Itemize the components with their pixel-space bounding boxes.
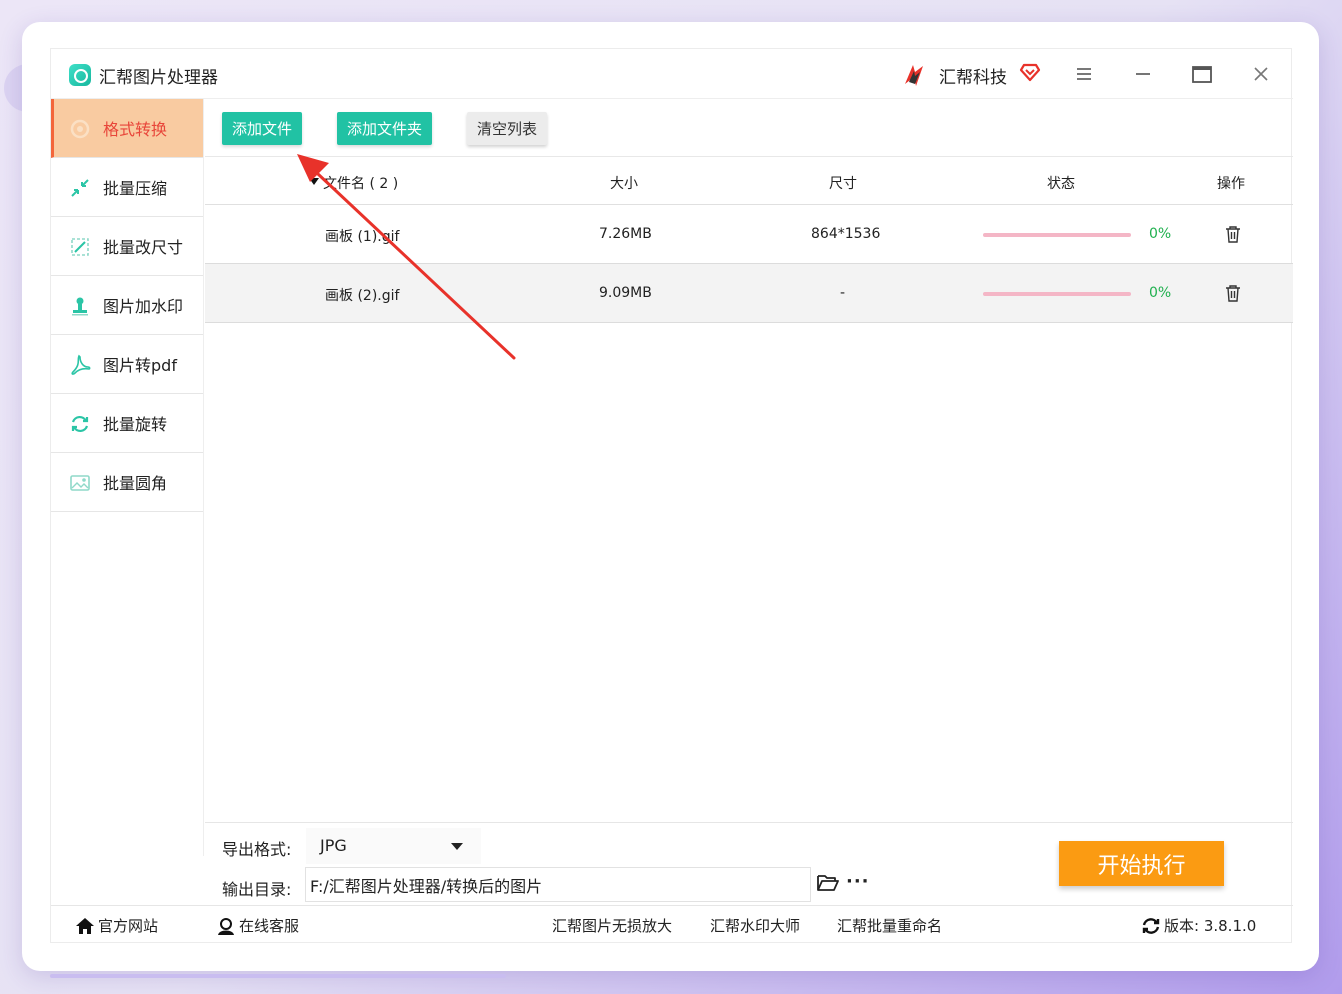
- sidebar-item-format-convert[interactable]: 格式转换: [51, 99, 203, 158]
- close-button[interactable]: [1247, 61, 1275, 87]
- online-support-label: 在线客服: [239, 917, 300, 935]
- sidebar-item-label: 批量改尺寸: [103, 238, 184, 257]
- header-status: 状态: [1047, 176, 1075, 192]
- header-dimensions[interactable]: 尺寸: [829, 173, 857, 193]
- header-filename[interactable]: 文件名 ( 2 ): [323, 173, 398, 193]
- title-bar: 汇帮图片处理器 汇帮科技: [51, 49, 1293, 99]
- trash-icon[interactable]: [1224, 225, 1242, 243]
- brand-name: 汇帮科技: [939, 68, 1007, 88]
- footer-link-watermark-label: 汇帮水印大师: [710, 917, 801, 935]
- resize-icon: [71, 238, 89, 256]
- format-select-value: JPG: [320, 836, 347, 855]
- table-header: 文件名 ( 2 ) 大小 尺寸 状态 操作: [205, 157, 1293, 205]
- maximize-icon: [1192, 65, 1212, 83]
- flame-logo-icon: [905, 65, 923, 86]
- sidebar-item-label: 批量压缩: [103, 179, 168, 198]
- footer: 官方网站 在线客服 汇帮图片无损放大 汇帮水印大师 汇帮批量重命名 版本: 3.…: [51, 905, 1293, 944]
- close-icon: [1254, 67, 1268, 81]
- sidebar-item-label: 图片转pdf: [103, 356, 177, 375]
- progress-bar: [983, 292, 1131, 296]
- header-size[interactable]: 大小: [610, 173, 638, 193]
- file-name: 画板 (2).gif: [325, 288, 400, 304]
- progress-percent: 0%: [1149, 226, 1172, 242]
- home-icon: [76, 917, 94, 934]
- sidebar-item-pdf[interactable]: 图片转pdf: [51, 335, 203, 394]
- sidebar-item-label: 格式转换: [103, 120, 168, 139]
- menu-button[interactable]: [1070, 61, 1098, 87]
- toolbar: 添加文件 添加文件夹 清空列表: [205, 99, 1293, 157]
- sidebar-item-label: 图片加水印: [103, 297, 184, 316]
- footer-link-upscale-label: 汇帮图片无损放大: [552, 917, 673, 935]
- file-size: 7.26MB: [599, 226, 652, 242]
- output-dir-input[interactable]: [305, 867, 811, 902]
- file-dimensions: 864*1536: [811, 226, 881, 242]
- folder-open-icon[interactable]: [817, 874, 839, 892]
- background-scroll-indicator: [50, 974, 506, 978]
- online-support-link[interactable]: 在线客服: [216, 915, 299, 936]
- progress-bar: [983, 233, 1131, 237]
- support-agent-icon: [218, 917, 234, 935]
- format-select[interactable]: JPG: [306, 828, 481, 864]
- app-frame: 汇帮图片处理器 汇帮科技 格式转换 批量压缩 批量改尺寸 图片加水印 图片转pd…: [50, 48, 1293, 944]
- official-website-link[interactable]: 官方网站: [75, 915, 158, 936]
- header-action: 操作: [1217, 176, 1245, 192]
- format-label: 导出格式:: [222, 840, 292, 859]
- footer-link-upscale[interactable]: 汇帮图片无损放大: [552, 915, 672, 936]
- footer-link-rename[interactable]: 汇帮批量重命名: [837, 915, 942, 936]
- sidebar-item-label: 批量圆角: [103, 474, 168, 493]
- file-dimensions: -: [840, 285, 846, 301]
- sort-caret-icon[interactable]: [309, 178, 319, 185]
- sidebar: 格式转换 批量压缩 批量改尺寸 图片加水印 图片转pdf 批量旋转 批量圆角: [51, 99, 204, 856]
- sidebar-item-watermark[interactable]: 图片加水印: [51, 276, 203, 335]
- file-table: 文件名 ( 2 ) 大小 尺寸 状态 操作 画板 (1).gif 7.26MB …: [205, 157, 1293, 822]
- file-size: 9.09MB: [599, 285, 652, 301]
- output-dir-label: 输出目录:: [222, 880, 292, 899]
- app-title: 汇帮图片处理器: [99, 68, 218, 88]
- format-convert-icon: [70, 119, 90, 139]
- rotate-icon: [71, 415, 89, 433]
- table-row[interactable]: 画板 (1).gif 7.26MB 864*1536 0%: [205, 205, 1293, 264]
- official-website-label: 官方网站: [98, 917, 159, 935]
- table-row[interactable]: 画板 (2).gif 9.09MB - 0%: [205, 264, 1293, 323]
- trash-icon[interactable]: [1224, 284, 1242, 302]
- app-logo-icon: [69, 64, 91, 86]
- start-button[interactable]: 开始执行: [1059, 841, 1224, 886]
- sidebar-item-label: 批量旋转: [103, 415, 168, 434]
- vip-heart-icon[interactable]: [1019, 61, 1041, 83]
- rounded-corner-icon: [70, 475, 90, 491]
- more-options-icon[interactable]: ···: [846, 871, 870, 892]
- clear-list-button[interactable]: 清空列表: [467, 112, 548, 145]
- menu-icon: [1077, 68, 1091, 80]
- refresh-icon: [1142, 917, 1160, 934]
- file-name: 画板 (1).gif: [325, 229, 400, 245]
- version-label: 版本: 3.8.1.0: [1164, 917, 1257, 935]
- sidebar-item-rotate[interactable]: 批量旋转: [51, 394, 203, 453]
- add-file-button[interactable]: 添加文件: [222, 112, 303, 145]
- version-info[interactable]: 版本: 3.8.1.0: [1141, 915, 1256, 936]
- minimize-button[interactable]: [1129, 61, 1157, 87]
- sidebar-item-resize[interactable]: 批量改尺寸: [51, 217, 203, 276]
- progress-percent: 0%: [1149, 285, 1172, 301]
- chevron-down-icon: [451, 843, 463, 850]
- output-settings: 导出格式: JPG 输出目录: ··· 开始执行: [205, 822, 1293, 905]
- sidebar-item-compress[interactable]: 批量压缩: [51, 158, 203, 217]
- add-folder-button[interactable]: 添加文件夹: [337, 112, 433, 145]
- minimize-icon: [1136, 73, 1150, 75]
- footer-link-rename-label: 汇帮批量重命名: [837, 917, 943, 935]
- maximize-button[interactable]: [1188, 61, 1216, 87]
- pdf-icon: [71, 354, 91, 375]
- compress-icon: [71, 179, 89, 197]
- footer-link-watermark[interactable]: 汇帮水印大师: [710, 915, 800, 936]
- watermark-icon: [72, 297, 88, 316]
- sidebar-item-rounded-corner[interactable]: 批量圆角: [51, 453, 203, 512]
